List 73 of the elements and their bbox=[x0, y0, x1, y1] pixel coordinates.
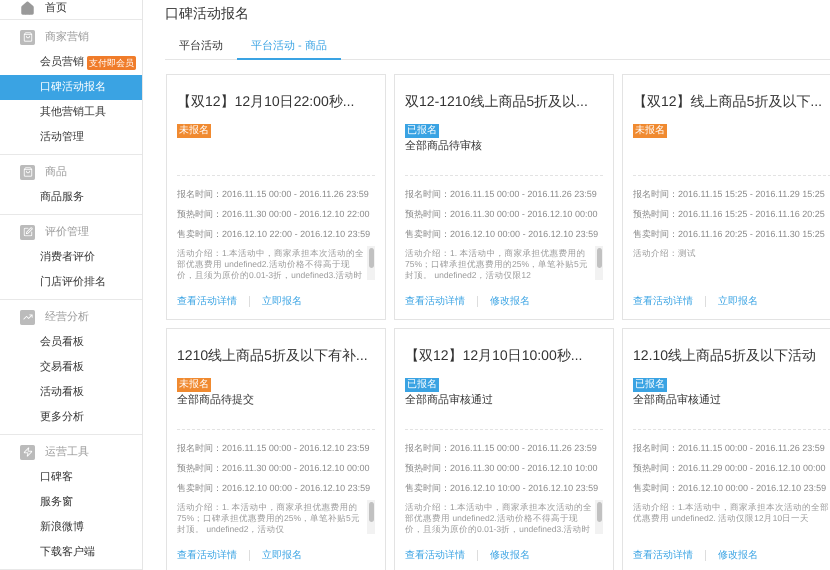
sidebar-item[interactable]: 下载客户端 bbox=[0, 540, 142, 565]
time-row-text: 报名时间：2016.11.15 00:00 - 2016.11.26 23:59 bbox=[633, 442, 825, 455]
sidebar-item[interactable]: 商品服务 bbox=[0, 185, 142, 210]
sidebar-item[interactable]: 会员看板 bbox=[0, 330, 142, 355]
sidebar-item[interactable]: 活动看板 bbox=[0, 380, 142, 405]
sidebar-item[interactable]: 首页 bbox=[0, 0, 142, 20]
chart-icon bbox=[20, 310, 35, 324]
status-tag: 已报名 bbox=[405, 124, 439, 138]
review-status: 全部商品待提交 bbox=[177, 394, 254, 406]
sidebar-item[interactable]: 会员营销 支付即会员 bbox=[0, 50, 142, 75]
section-title: 商品 bbox=[45, 164, 67, 180]
sidebar-item[interactable]: 口碑客 bbox=[0, 465, 142, 490]
intro-text: 活动介绍：1. 本活动中，商家承担优惠费用的75%；口碑承担优惠费用的25%，单笔补贴5元封顶。 undefined2，活动仅限12 bbox=[405, 248, 589, 281]
review-status: 全部商品待审核 bbox=[405, 140, 482, 152]
card-title: 双12-1210线上商品5折及以... bbox=[405, 92, 588, 111]
card-title: 1210线上商品5折及以下有补... bbox=[177, 346, 368, 365]
time-row-text: 报名时间：2016.11.15 15:25 - 2016.11.29 15:25 bbox=[633, 188, 825, 201]
status-tag: 未报名 bbox=[177, 124, 211, 138]
time-row-text: 售卖时间：2016.12.10 00:00 - 2016.12.10 23:59 bbox=[177, 482, 370, 495]
page-title: 口碑活动报名 bbox=[165, 4, 249, 22]
time-row-text: 预热时间：2016.11.29 00:00 - 2016.12.10 00:00 bbox=[633, 462, 826, 475]
section-title: 商家营销 bbox=[45, 30, 89, 45]
bag-icon bbox=[20, 30, 35, 44]
scrollbar[interactable] bbox=[595, 246, 603, 280]
time-row-text: 售卖时间：2016.12.10 00:00 - 2016.12.10 23:59 bbox=[633, 482, 826, 495]
time-row-text: 预热时间：2016.11.30 00:00 - 2016.12.10 10:00 bbox=[405, 462, 598, 475]
intro-text: 活动介绍：1.本活动中，商家承担本次活动的全部优惠费用 undefined2.活动价格不得高于现价，且须为原价的0.01-3折，undefined3.活动时 bbox=[405, 502, 593, 535]
status-tag: 已报名 bbox=[405, 378, 439, 392]
status-tag: 未报名 bbox=[633, 124, 667, 138]
sidebar-item[interactable]: 新浪微博 bbox=[0, 515, 142, 540]
status-tag: 未报名 bbox=[177, 378, 211, 392]
status-tag: 已报名 bbox=[633, 378, 667, 392]
section-title: 评价管理 bbox=[45, 224, 89, 240]
time-row-text: 售卖时间：2016.12.10 10:00 - 2016.12.10 23:59 bbox=[405, 482, 598, 495]
scrollbar[interactable] bbox=[367, 500, 375, 534]
time-row-text: 售卖时间：2016.12.10 22:00 - 2016.12.10 23:59 bbox=[177, 228, 370, 241]
time-row-text: 售卖时间：2016.12.10 00:00 - 2016.12.10 23:59 bbox=[405, 228, 598, 241]
card-title: 【双12】12月10日22:00秒... bbox=[177, 92, 354, 111]
bag-icon bbox=[20, 164, 35, 180]
time-row-text: 预热时间：2016.11.30 00:00 - 2016.12.10 22:00 bbox=[177, 208, 370, 221]
sidebar-item[interactable]: 门店评价排名 bbox=[0, 270, 142, 295]
edit-icon bbox=[20, 224, 35, 240]
time-row-text: 预热时间：2016.11.30 00:00 - 2016.12.10 00:00 bbox=[177, 462, 370, 475]
review-status: 全部商品审核通过 bbox=[633, 394, 721, 406]
section-title: 经营分析 bbox=[45, 310, 89, 325]
time-row-text: 报名时间：2016.11.15 00:00 - 2016.12.10 23:59 bbox=[177, 442, 370, 455]
sidebar-item[interactable]: 消费者评价 bbox=[0, 245, 142, 270]
card-title: 12.10线上商品5折及以下活动 bbox=[633, 346, 816, 365]
intro-text: 活动介绍：1.本活动中，商家承担本次活动的全部优惠费用 undefined2.活动价格不得高于现价，且须为原价的0.01-3折，undefined3.活动时 bbox=[177, 248, 365, 281]
home-icon bbox=[20, 1, 35, 16]
badge: 支付即会员 bbox=[87, 56, 136, 70]
sidebar-item[interactable]: 交易看板 bbox=[0, 355, 142, 380]
intro-text: 活动介绍：测试 bbox=[633, 248, 697, 259]
sidebar-item[interactable]: 更多分析 bbox=[0, 405, 142, 430]
time-row-text: 报名时间：2016.11.15 00:00 - 2016.11.26 23:59 bbox=[177, 188, 369, 201]
sidebar-item[interactable]: 其他营销工具 bbox=[0, 100, 142, 125]
card-title: 【双12】12月10日10:00秒... bbox=[405, 346, 582, 365]
review-status: 全部商品审核通过 bbox=[405, 394, 493, 406]
bolt-icon bbox=[20, 444, 35, 460]
time-row-text: 报名时间：2016.11.15 00:00 - 2016.11.26 23:59 bbox=[405, 188, 597, 201]
scrollbar[interactable] bbox=[595, 500, 603, 534]
time-row-text: 预热时间：2016.11.16 15:25 - 2016.11.16 20:25 bbox=[633, 208, 825, 221]
tab[interactable]: 平台活动 bbox=[165, 34, 237, 60]
time-row-text: 售卖时间：2016.11.16 20:25 - 2016.11.30 15:25 bbox=[633, 228, 825, 241]
time-row-text: 报名时间：2016.11.15 00:00 - 2016.11.26 23:59 bbox=[405, 442, 597, 455]
sidebar-item[interactable]: 活动管理 bbox=[0, 125, 142, 150]
intro-text: 活动介绍：1. 本活动中，商家承担优惠费用的75%；口碑承担优惠费用的25%，单笔补贴5元封顶。 undefined2，活动仅 bbox=[177, 502, 361, 535]
scrollbar[interactable] bbox=[367, 246, 375, 280]
time-row-text: 预热时间：2016.11.30 00:00 - 2016.12.10 00:00 bbox=[405, 208, 598, 221]
intro-text: 活动介绍：1.本活动中，商家承担本次活动的全部优惠费用 undefined2. 活动仅限12月10日一天 bbox=[633, 502, 830, 524]
sidebar-item[interactable]: 服务窗 bbox=[0, 490, 142, 515]
card-title: 【双12】线上商品5折及以下... bbox=[633, 92, 822, 111]
section-title: 运营工具 bbox=[45, 444, 89, 460]
